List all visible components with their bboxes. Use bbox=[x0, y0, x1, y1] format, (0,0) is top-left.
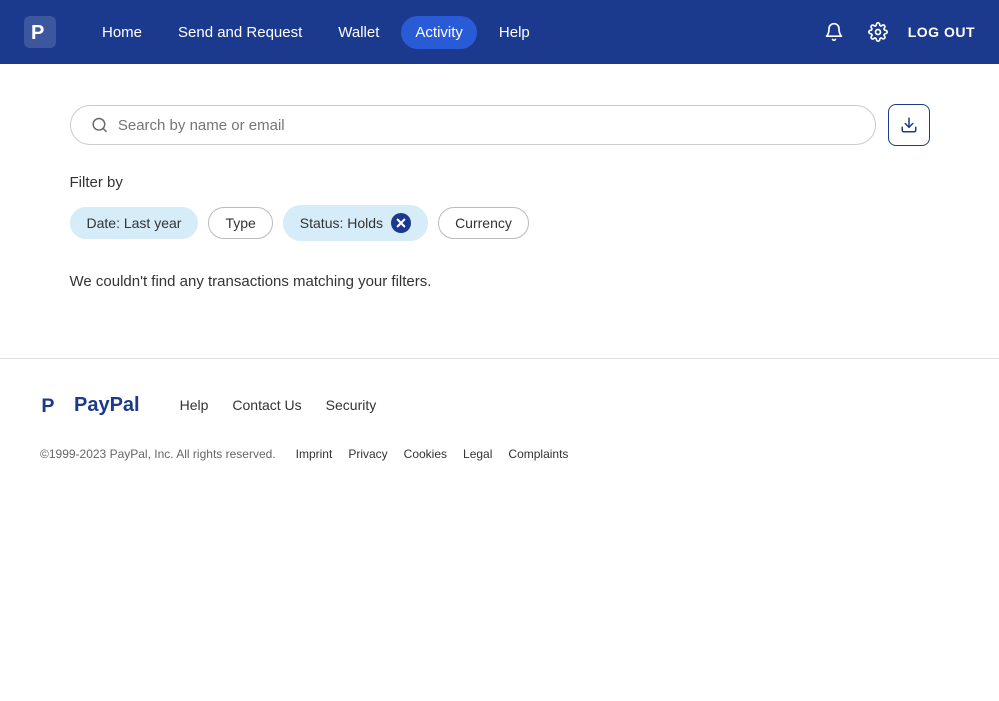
filter-label: Filter by bbox=[70, 174, 930, 191]
filter-section: Filter by Date: Last year Type Status: H… bbox=[70, 174, 930, 241]
download-icon bbox=[900, 116, 918, 134]
footer-legal-complaints[interactable]: Complaints bbox=[508, 447, 568, 461]
close-icon bbox=[396, 218, 406, 228]
footer-logo: P PayPal bbox=[40, 391, 140, 419]
footer-legal-links: Imprint Privacy Cookies Legal Complaints bbox=[296, 447, 569, 461]
footer-top: P PayPal Help Contact Us Security bbox=[40, 391, 959, 419]
download-button[interactable] bbox=[888, 104, 930, 146]
nav-home[interactable]: Home bbox=[88, 16, 156, 49]
footer-logo-text: PayPal bbox=[74, 394, 140, 417]
logout-button[interactable]: LOG OUT bbox=[908, 24, 975, 40]
nav-help[interactable]: Help bbox=[485, 16, 544, 49]
nav-links: Home Send and Request Wallet Activity He… bbox=[88, 16, 820, 49]
search-input-wrapper bbox=[70, 105, 876, 145]
footer-legal-privacy[interactable]: Privacy bbox=[348, 447, 387, 461]
footer-legal-cookies[interactable]: Cookies bbox=[404, 447, 447, 461]
footer-link-security[interactable]: Security bbox=[326, 397, 377, 413]
empty-state-message: We couldn't find any transactions matchi… bbox=[70, 265, 930, 298]
footer-logo-icon: P bbox=[40, 391, 68, 419]
navbar: P Home Send and Request Wallet Activity … bbox=[0, 0, 999, 64]
footer-link-help[interactable]: Help bbox=[180, 397, 209, 413]
filter-chip-currency[interactable]: Currency bbox=[438, 207, 529, 239]
svg-text:P: P bbox=[41, 395, 54, 417]
filter-chip-status[interactable]: Status: Holds bbox=[283, 205, 428, 241]
nav-wallet[interactable]: Wallet bbox=[324, 16, 393, 49]
filter-chip-status-close-button[interactable] bbox=[391, 213, 411, 233]
footer-copyright: ©1999-2023 PayPal, Inc. All rights reser… bbox=[40, 447, 276, 461]
nav-logo[interactable]: P bbox=[24, 16, 56, 48]
nav-send-request[interactable]: Send and Request bbox=[164, 16, 316, 49]
search-icon bbox=[91, 116, 108, 134]
svg-text:P: P bbox=[31, 22, 44, 44]
filter-chip-date[interactable]: Date: Last year bbox=[70, 207, 199, 239]
notification-bell-button[interactable] bbox=[820, 18, 848, 46]
bell-icon bbox=[824, 22, 844, 42]
filter-chips: Date: Last year Type Status: Holds Curre… bbox=[70, 205, 930, 241]
nav-activity[interactable]: Activity bbox=[401, 16, 477, 49]
footer: P PayPal Help Contact Us Security ©1999-… bbox=[0, 359, 999, 489]
nav-right: LOG OUT bbox=[820, 18, 975, 46]
gear-icon bbox=[868, 22, 888, 42]
search-input[interactable] bbox=[118, 117, 855, 134]
filter-chip-type[interactable]: Type bbox=[208, 207, 272, 239]
footer-legal-legal[interactable]: Legal bbox=[463, 447, 492, 461]
footer-links: Help Contact Us Security bbox=[180, 397, 377, 413]
main-content: Filter by Date: Last year Type Status: H… bbox=[50, 64, 950, 358]
footer-legal-imprint[interactable]: Imprint bbox=[296, 447, 333, 461]
footer-link-contact[interactable]: Contact Us bbox=[232, 397, 301, 413]
settings-button[interactable] bbox=[864, 18, 892, 46]
footer-bottom: ©1999-2023 PayPal, Inc. All rights reser… bbox=[40, 447, 959, 461]
search-bar bbox=[70, 104, 930, 146]
